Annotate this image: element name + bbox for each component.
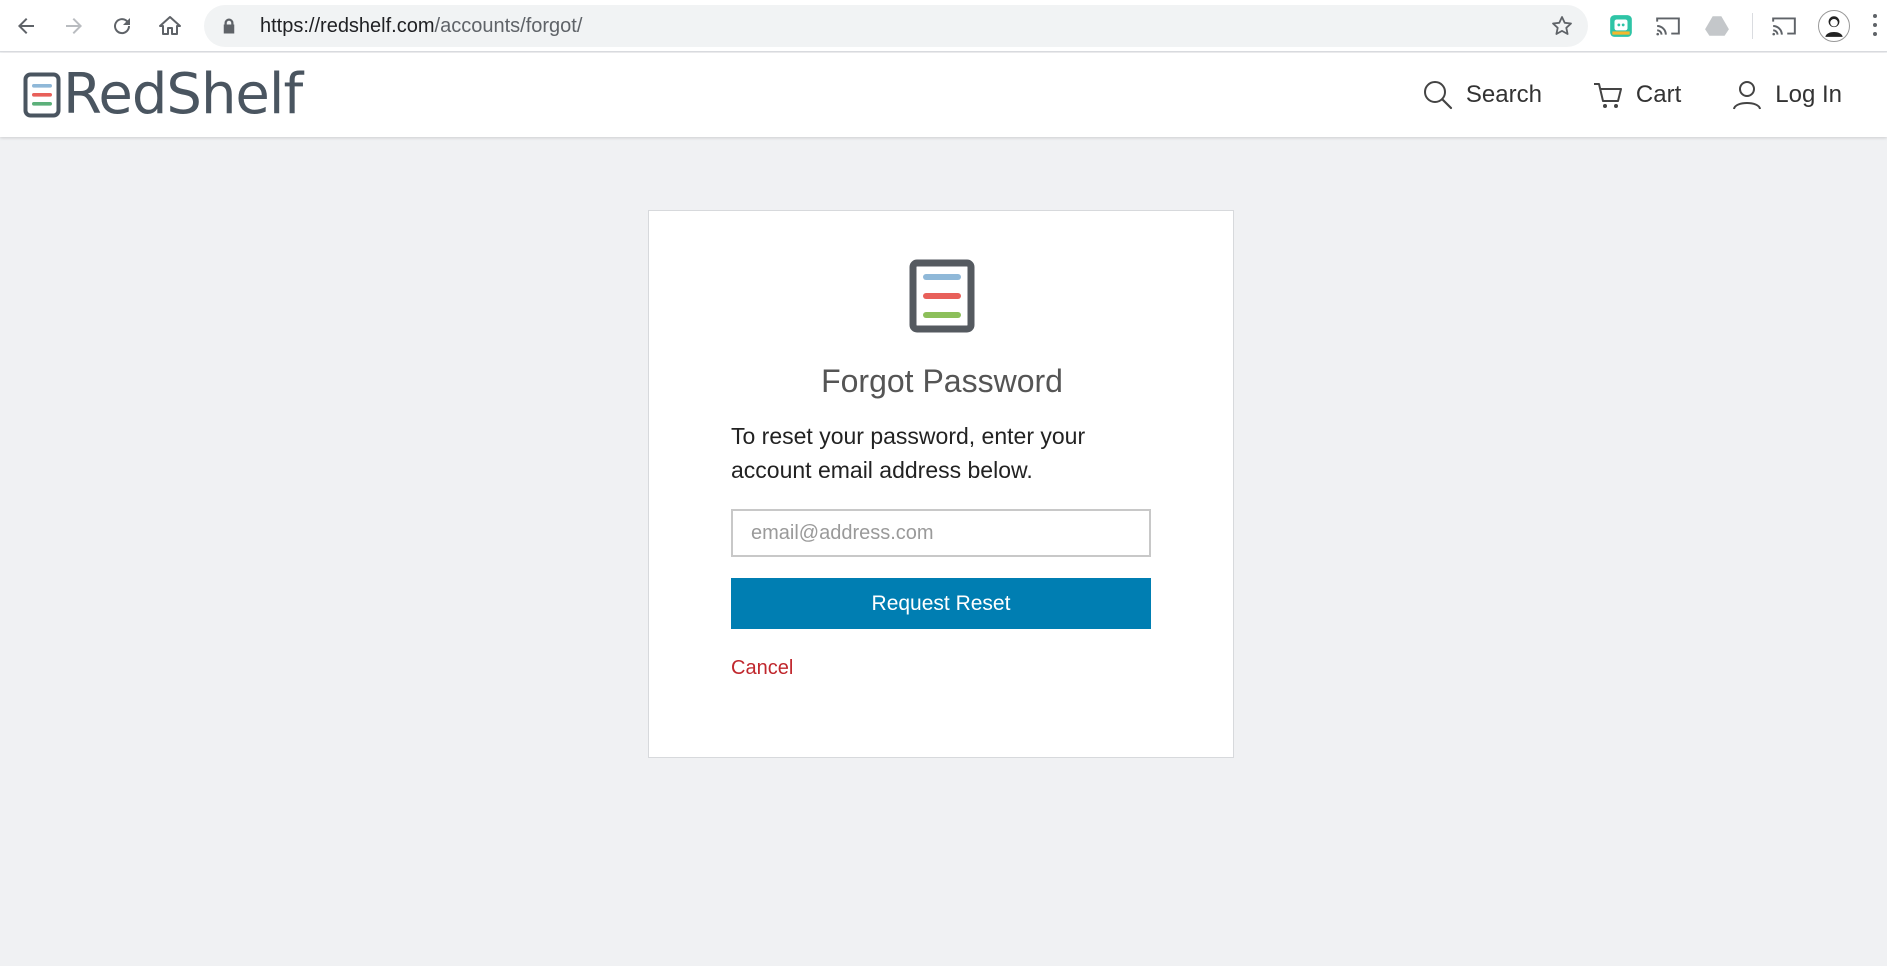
extension-button[interactable] bbox=[1607, 12, 1635, 40]
profile-avatar-icon bbox=[1825, 16, 1843, 37]
profile-avatar[interactable] bbox=[1818, 10, 1850, 42]
forward-icon bbox=[66, 17, 82, 34]
login-label: Log In bbox=[1775, 81, 1842, 108]
browser-toolbar: https://redshelf.com/accounts/forgot/ bbox=[0, 0, 1887, 52]
back-icon bbox=[18, 17, 34, 34]
reset-instructions: To reset your password, enter your accou… bbox=[731, 423, 1086, 483]
request-reset-button[interactable]: Request Reset bbox=[731, 578, 1151, 629]
extension-icon bbox=[1610, 15, 1632, 37]
search-link[interactable]: Search bbox=[1422, 79, 1542, 111]
cast-button[interactable] bbox=[1770, 12, 1798, 40]
reload-icon bbox=[114, 17, 131, 34]
drive-icon bbox=[1705, 16, 1729, 36]
url-path: /accounts/forgot/ bbox=[434, 14, 583, 37]
star-icon[interactable] bbox=[1550, 14, 1574, 38]
email-input[interactable] bbox=[731, 509, 1151, 557]
cart-label: Cart bbox=[1635, 81, 1682, 108]
book-icon bbox=[909, 259, 975, 333]
home-icon bbox=[159, 15, 181, 35]
home-button[interactable] bbox=[146, 0, 194, 52]
search-label: Search bbox=[1465, 81, 1542, 108]
user-icon bbox=[1733, 81, 1762, 110]
logo-text: RedShelf bbox=[63, 62, 303, 127]
site-header: RedShelf Search Cart Log In bbox=[0, 53, 1887, 137]
address-bar[interactable]: https://redshelf.com/accounts/forgot/ bbox=[204, 5, 1588, 47]
cart-icon bbox=[1593, 83, 1622, 108]
cast-icon bbox=[1656, 17, 1680, 36]
search-icon bbox=[1423, 81, 1452, 110]
url-host: https://redshelf.com bbox=[260, 14, 435, 37]
forward-button[interactable] bbox=[50, 0, 98, 52]
cast-extension-button[interactable] bbox=[1654, 12, 1682, 40]
cart-link[interactable]: Cart bbox=[1592, 79, 1681, 111]
redshelf-logo[interactable]: RedShelf bbox=[23, 62, 303, 127]
drive-extension-button[interactable] bbox=[1703, 12, 1731, 40]
cast-icon bbox=[1772, 17, 1796, 36]
reload-button[interactable] bbox=[98, 0, 146, 52]
cancel-link[interactable]: Cancel bbox=[731, 657, 793, 680]
lock-icon bbox=[223, 18, 235, 34]
forgot-password-card: Forgot Password To reset your password, … bbox=[648, 210, 1234, 758]
page-title: Forgot Password bbox=[821, 363, 1063, 399]
toolbar-separator bbox=[1752, 13, 1753, 39]
back-button[interactable] bbox=[2, 0, 50, 52]
logo-book-icon bbox=[23, 72, 61, 118]
login-link[interactable]: Log In bbox=[1731, 79, 1842, 111]
header-nav: Search Cart Log In bbox=[1422, 53, 1887, 137]
url-text: https://redshelf.com/accounts/forgot/ bbox=[260, 15, 582, 38]
menu-icon[interactable] bbox=[1872, 14, 1878, 40]
